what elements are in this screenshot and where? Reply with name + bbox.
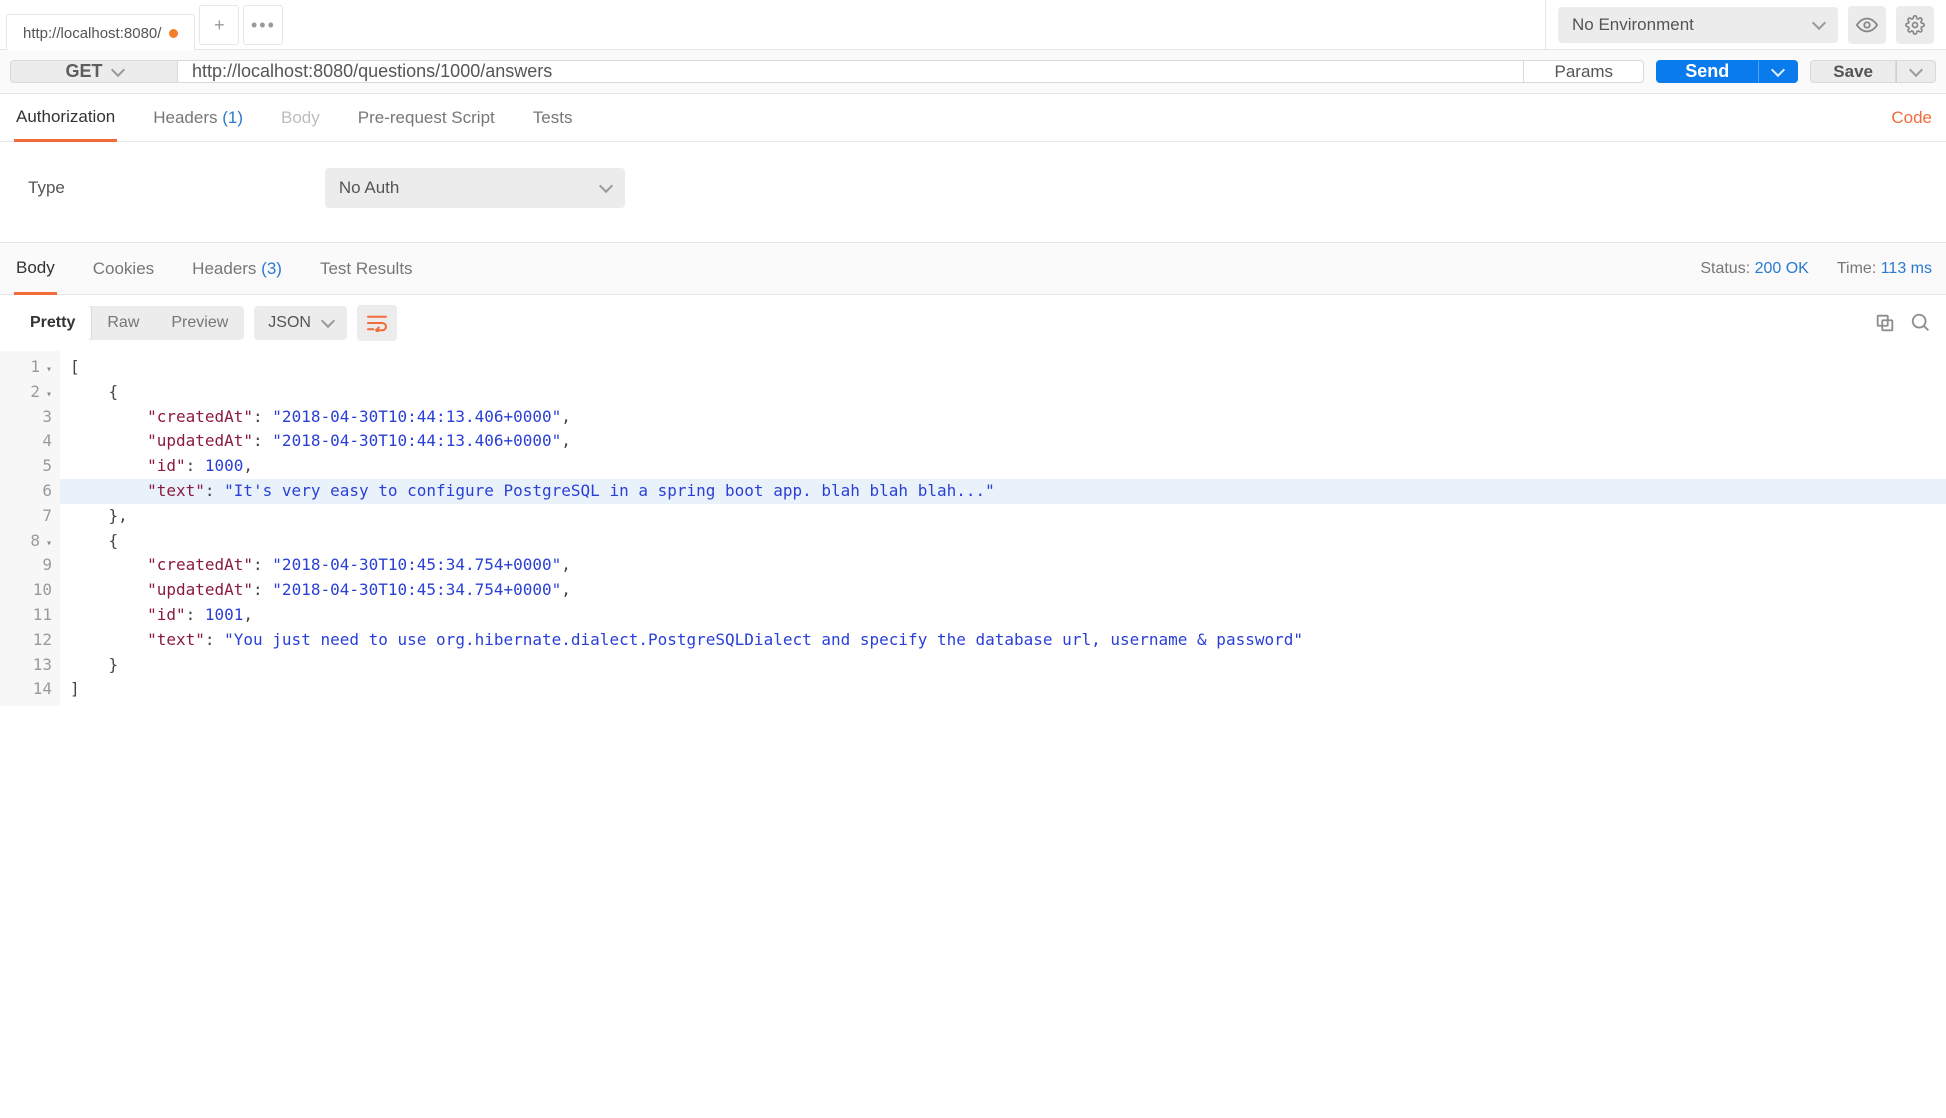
search-icon (1910, 312, 1932, 334)
auth-type-select[interactable]: No Auth (325, 168, 625, 208)
tab-headers[interactable]: Headers (1) (151, 96, 245, 140)
request-tabbar: http://localhost:8080/ + ••• (0, 0, 1545, 49)
tab-label: Headers (153, 108, 217, 127)
lang-label: JSON (268, 314, 311, 332)
send-dropdown-button[interactable] (1758, 60, 1798, 83)
chevron-down-icon (1909, 62, 1923, 76)
wrap-icon (366, 314, 388, 332)
topbar: http://localhost:8080/ + ••• No Environm… (0, 0, 1946, 50)
copy-response-button[interactable] (1874, 312, 1896, 334)
plus-icon: + (214, 15, 225, 36)
environment-selected-label: No Environment (1572, 15, 1694, 35)
chevron-down-icon (1812, 15, 1826, 29)
send-group: Send (1656, 60, 1798, 83)
request-builder: GET Params Send Save (0, 50, 1946, 94)
tab-label: Pre-request Script (358, 108, 495, 127)
auth-type-value: No Auth (339, 178, 400, 198)
time-value: 113 ms (1881, 260, 1932, 277)
params-label: Params (1554, 62, 1613, 82)
method-label: GET (65, 61, 102, 82)
view-mode-segmented: Pretty Raw Preview (14, 306, 244, 340)
view-mode-preview[interactable]: Preview (155, 306, 244, 340)
new-tab-button[interactable]: + (199, 5, 239, 45)
copy-icon (1874, 312, 1896, 334)
body-toolbar: Pretty Raw Preview JSON (0, 295, 1946, 351)
tab-label: Body (281, 108, 320, 127)
tab-pre-request-script[interactable]: Pre-request Script (356, 96, 497, 140)
save-label: Save (1833, 62, 1873, 82)
tab-count: (3) (261, 259, 282, 278)
tab-body[interactable]: Body (279, 96, 322, 140)
response-tab-body[interactable]: Body (14, 244, 57, 295)
response-tab-headers[interactable]: Headers (3) (190, 245, 284, 293)
response-body-viewer: 1234567891011121314 [ { "createdAt": "20… (0, 351, 1946, 706)
send-label: Send (1685, 61, 1729, 82)
body-language-select[interactable]: JSON (254, 306, 347, 340)
environment-quicklook-button[interactable] (1848, 6, 1886, 44)
view-mode-pretty[interactable]: Pretty (14, 306, 92, 340)
send-button[interactable]: Send (1656, 60, 1758, 83)
seg-label: Preview (171, 314, 228, 331)
response-meta: Status: 200 OK Time: 113 ms (1700, 260, 1932, 278)
chevron-down-icon (110, 62, 124, 76)
response-tab-test-results[interactable]: Test Results (318, 245, 415, 293)
request-row: GET Params Send Save (10, 60, 1936, 83)
response-tab-cookies[interactable]: Cookies (91, 245, 156, 293)
code-link-label: Code (1891, 108, 1932, 127)
chevron-down-icon (321, 314, 335, 328)
authorization-panel: Type No Auth (0, 142, 1946, 243)
view-mode-raw[interactable]: Raw (91, 306, 155, 340)
request-tabs: Authorization Headers (1) Body Pre-reque… (0, 94, 1946, 142)
tab-label: Cookies (93, 259, 154, 278)
tab-label: Test Results (320, 259, 413, 278)
environment-select[interactable]: No Environment (1558, 7, 1838, 43)
tab-count: (1) (222, 108, 243, 127)
tab-overflow-button[interactable]: ••• (243, 5, 283, 45)
status: Status: 200 OK (1700, 260, 1809, 278)
save-group: Save (1810, 60, 1936, 83)
eye-icon (1856, 14, 1878, 36)
time: Time: 113 ms (1837, 260, 1932, 278)
chevron-down-icon (599, 179, 613, 193)
status-value: 200 OK (1755, 260, 1809, 277)
env-toolbar: No Environment (1545, 0, 1946, 49)
params-button[interactable]: Params (1524, 60, 1644, 83)
url-input[interactable] (178, 60, 1524, 83)
tab-label: Tests (533, 108, 573, 127)
search-response-button[interactable] (1910, 312, 1932, 334)
code-link[interactable]: Code (1891, 108, 1932, 128)
method-select[interactable]: GET (10, 60, 178, 83)
code-body[interactable]: [ { "createdAt": "2018-04-30T10:44:13.40… (60, 351, 1946, 706)
gear-icon (1905, 15, 1925, 35)
response-tabs: Body Cookies Headers (3) Test Results St… (0, 243, 1946, 295)
save-dropdown-button[interactable] (1896, 60, 1936, 83)
request-tab[interactable]: http://localhost:8080/ (6, 14, 195, 50)
unsaved-dot-icon (169, 29, 178, 38)
time-label: Time: (1837, 260, 1876, 277)
tab-label: Headers (192, 259, 256, 278)
seg-label: Pretty (30, 314, 75, 331)
line-gutter: 1234567891011121314 (0, 351, 60, 706)
body-right-icons (1874, 312, 1932, 334)
auth-type-label: Type (28, 178, 65, 198)
ellipsis-icon: ••• (251, 15, 276, 36)
seg-label: Raw (107, 314, 139, 331)
request-tab-title: http://localhost:8080/ (23, 25, 161, 42)
tab-label: Body (16, 258, 55, 277)
tab-label: Authorization (16, 107, 115, 126)
tab-authorization[interactable]: Authorization (14, 95, 117, 142)
status-label: Status: (1700, 260, 1750, 277)
save-button[interactable]: Save (1810, 60, 1896, 83)
chevron-down-icon (1771, 62, 1785, 76)
tab-tests[interactable]: Tests (531, 96, 575, 140)
settings-button[interactable] (1896, 6, 1934, 44)
wrap-lines-button[interactable] (357, 305, 397, 341)
